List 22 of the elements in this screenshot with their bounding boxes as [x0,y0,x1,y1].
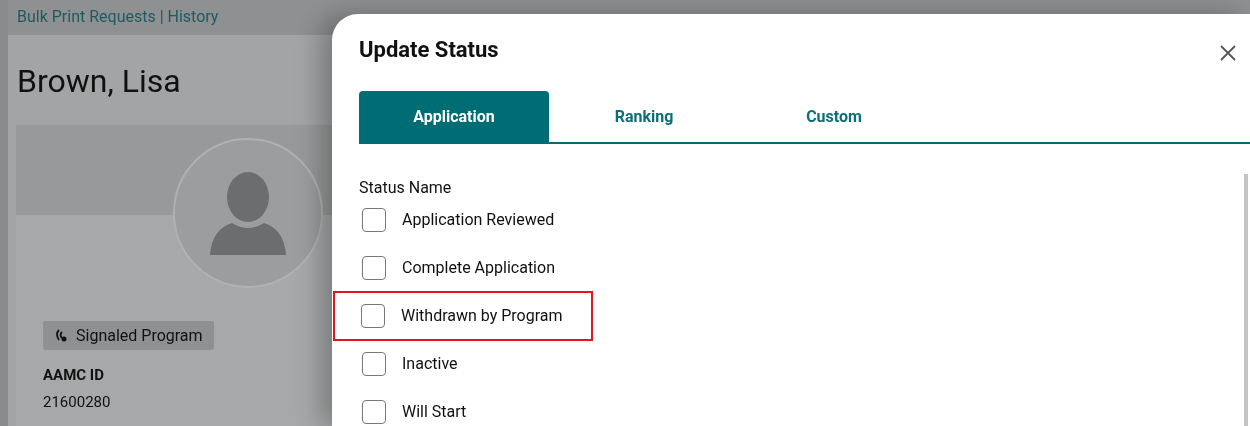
checkbox[interactable] [362,208,386,232]
field-label: Status Name [359,178,452,197]
status-label: Inactive [402,353,458,375]
id-label: AAMC ID [43,365,104,386]
checkbox[interactable] [362,400,386,424]
scrollbar[interactable] [1244,174,1248,426]
tab[interactable]: Custom [739,91,929,142]
tab[interactable]: Ranking [549,91,739,142]
person-name: Brown, Lisa [17,62,181,100]
close-icon [1220,45,1236,61]
dialog-title: Update Status [359,39,499,61]
id-value: 21600280 [43,391,111,413]
checkbox[interactable] [362,256,386,280]
signaled-badge: Signaled Program [43,321,214,350]
tab[interactable]: Application [359,91,549,142]
status-label: Complete Application [402,257,555,279]
checkbox[interactable] [361,304,385,328]
checkbox[interactable] [362,352,386,376]
status-label: Will Start [402,401,467,423]
status-label: Application Reviewed [402,209,555,231]
status-label: Withdrawn by Program [401,305,563,327]
signal-icon [54,327,68,344]
